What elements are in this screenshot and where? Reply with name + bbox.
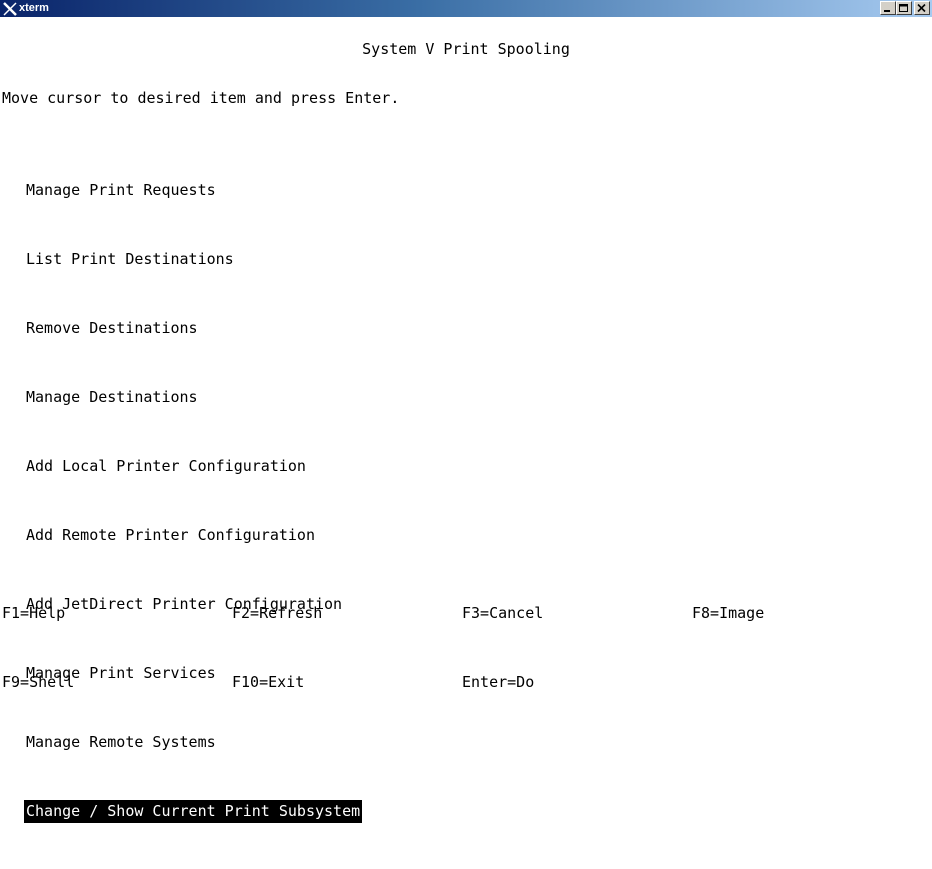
close-button[interactable]: [914, 1, 930, 15]
menu-item-add-remote-printer[interactable]: Add Remote Printer Configuration: [24, 524, 317, 547]
terminal-screen[interactable]: System V Print Spooling Move cursor to d…: [2, 17, 930, 823]
f8-image-key[interactable]: F8=Image: [692, 602, 764, 625]
minimize-button[interactable]: [880, 1, 896, 15]
f10-exit-key[interactable]: F10=Exit: [232, 671, 304, 694]
maximize-button[interactable]: [896, 1, 912, 15]
function-key-row-2: F9=Shell F10=Exit Enter=Do: [2, 671, 930, 694]
instruction-text: Move cursor to desired item and press En…: [2, 89, 400, 107]
maximize-icon: [899, 4, 908, 12]
close-icon: [917, 4, 926, 13]
menu-item-manage-print-requests[interactable]: Manage Print Requests: [24, 179, 218, 202]
minimize-icon: [884, 10, 890, 12]
window-controls: [880, 1, 930, 16]
f1-help-key[interactable]: F1=Help: [2, 602, 65, 625]
f3-cancel-key[interactable]: F3=Cancel: [462, 602, 543, 625]
f2-refresh-key[interactable]: F2=Refresh: [232, 602, 322, 625]
xterm-x-logo-icon: [3, 1, 17, 16]
xterm-window: xterm System V Print Spooling Move curso…: [0, 0, 932, 823]
enter-do-key[interactable]: Enter=Do: [462, 671, 534, 694]
screen-title: System V Print Spooling: [362, 40, 570, 58]
menu-list: Manage Print Requests List Print Destina…: [24, 133, 363, 869]
menu-item-add-local-printer[interactable]: Add Local Printer Configuration: [24, 455, 308, 478]
menu-item-remove-destinations[interactable]: Remove Destinations: [24, 317, 200, 340]
f9-shell-key[interactable]: F9=Shell: [2, 671, 74, 694]
menu-item-list-print-destinations[interactable]: List Print Destinations: [24, 248, 236, 271]
window-title: xterm: [19, 2, 49, 14]
menu-item-change-show-print-subsystem[interactable]: Change / Show Current Print Subsystem: [24, 800, 363, 823]
function-key-row-1: F1=Help F2=Refresh F3=Cancel F8=Image: [2, 602, 930, 625]
function-key-bar: F1=Help F2=Refresh F3=Cancel F8=Image F9…: [2, 556, 930, 740]
title-bar[interactable]: xterm: [0, 0, 932, 17]
menu-item-manage-destinations[interactable]: Manage Destinations: [24, 386, 200, 409]
